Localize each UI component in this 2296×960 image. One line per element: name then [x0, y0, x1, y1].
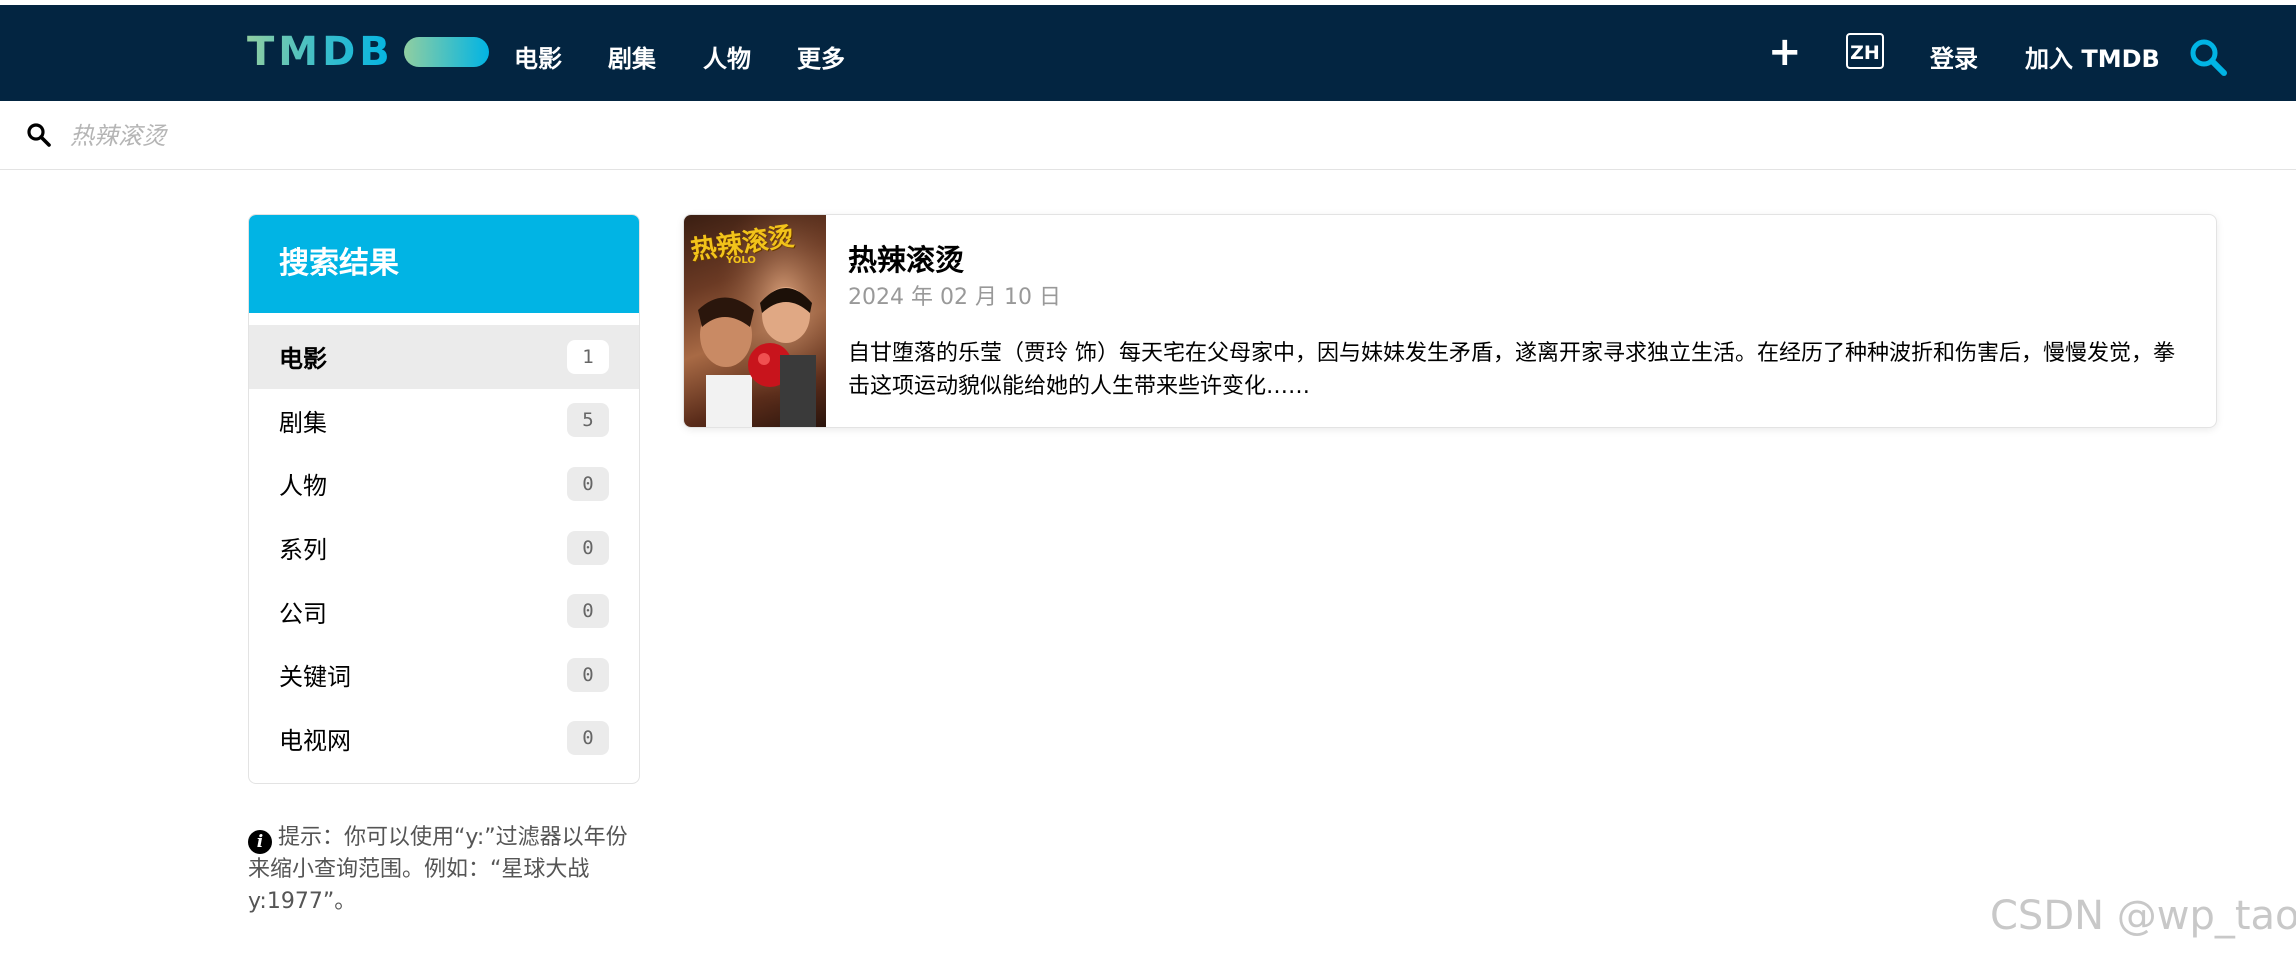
category-count: 1	[567, 339, 609, 374]
category-count: 0	[567, 657, 609, 692]
tip-text: 提示：你可以使用“y:”过滤器以年份来缩小查询范围。例如：“星球大战 y:197…	[248, 825, 628, 914]
panel-title: 搜索结果	[249, 215, 639, 313]
category-label: 系列	[279, 536, 327, 565]
login-link[interactable]: 登录	[1930, 39, 1978, 74]
watermark: CSDN @wp_tao	[1990, 893, 2296, 939]
info-icon: i	[248, 830, 272, 854]
nav-movies[interactable]: 电影	[514, 39, 562, 74]
plus-icon[interactable]: +	[1768, 30, 1802, 74]
nav-more[interactable]: 更多	[797, 39, 845, 74]
top-navigation-bar: TMDB 电影 剧集 人物 更多 + ZH 登录 加入 TMDB	[0, 5, 2296, 101]
result-title[interactable]: 热辣滚烫	[848, 237, 964, 279]
language-button[interactable]: ZH	[1846, 33, 1884, 69]
search-input[interactable]	[68, 115, 1572, 157]
logo-text: TMDB	[247, 29, 394, 75]
category-movies[interactable]: 电影 1	[249, 325, 639, 389]
poster-subtitle: YOLO	[726, 255, 756, 266]
category-count: 5	[567, 403, 609, 438]
result-release-date: 2024 年 02 月 10 日	[848, 285, 1061, 310]
category-tv-shows[interactable]: 剧集 5	[249, 389, 639, 453]
category-people[interactable]: 人物 0	[249, 452, 639, 516]
search-results-panel: 搜索结果 电影 1 剧集 5 人物 0 系列 0 公司 0 关键词 0 电视网 …	[248, 214, 640, 784]
category-keywords[interactable]: 关键词 0	[249, 643, 639, 707]
category-networks[interactable]: 电视网 0	[249, 707, 639, 771]
join-tmdb-link[interactable]: 加入 TMDB	[2025, 39, 2160, 74]
result-card[interactable]: 热辣滚烫 YOLO 热辣滚烫 2024 年 02 月 10 日 自甘堕落的乐莹（…	[683, 214, 2217, 428]
category-count: 0	[567, 721, 609, 756]
search-icon	[27, 123, 51, 147]
category-label: 剧集	[279, 408, 327, 437]
result-overview: 自甘堕落的乐莹（贾玲 饰）每天宅在父母家中，因与妹妹发生矛盾，遂离开家寻求独立生…	[848, 341, 2175, 399]
category-label: 公司	[279, 599, 327, 628]
nav-people[interactable]: 人物	[703, 39, 751, 74]
movie-poster[interactable]: 热辣滚烫 YOLO	[684, 215, 826, 427]
category-count: 0	[567, 530, 609, 565]
category-companies[interactable]: 公司 0	[249, 579, 639, 643]
logo-pill	[403, 37, 489, 67]
category-label: 电视网	[279, 726, 351, 755]
search-bar	[0, 101, 2296, 170]
search-icon[interactable]	[2188, 37, 2228, 77]
category-list: 电影 1 剧集 5 人物 0 系列 0 公司 0 关键词 0 电视网 0	[249, 313, 639, 770]
category-count: 0	[567, 466, 609, 501]
category-collections[interactable]: 系列 0	[249, 516, 639, 580]
category-count: 0	[567, 594, 609, 629]
tmdb-logo[interactable]: TMDB	[247, 29, 489, 75]
category-label: 关键词	[279, 663, 351, 692]
category-label: 人物	[279, 472, 327, 501]
nav-tv-shows[interactable]: 剧集	[608, 39, 656, 74]
search-tip: i 提示：你可以使用“y:”过滤器以年份来缩小查询范围。例如：“星球大战 y:19…	[248, 822, 643, 918]
category-label: 电影	[279, 345, 327, 374]
